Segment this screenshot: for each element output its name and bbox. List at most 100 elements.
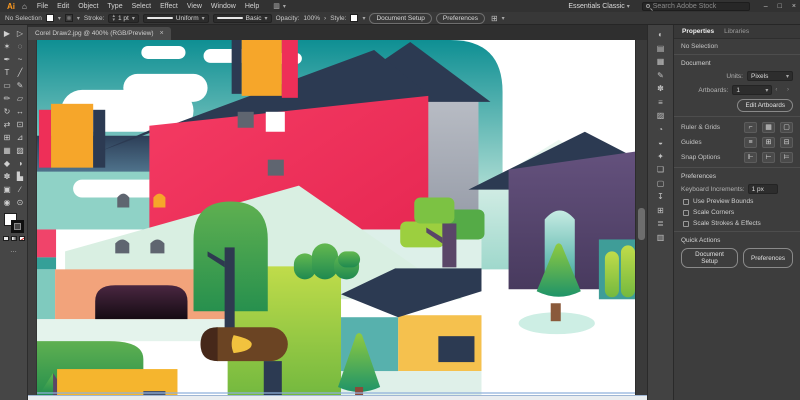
maximize-button[interactable]: □ bbox=[778, 3, 782, 10]
stroke-weight-field[interactable]: ▴▾ 1 pt ▾ bbox=[108, 14, 138, 23]
quick-preferences-button[interactable]: Preferences bbox=[743, 248, 793, 268]
lasso-tool[interactable]: ◌ bbox=[18, 40, 23, 53]
asset-export-panel-icon[interactable]: ↧ bbox=[657, 190, 664, 204]
horizontal-scrollbar[interactable] bbox=[28, 395, 647, 400]
stroke-color-swatch[interactable] bbox=[65, 14, 73, 22]
close-button[interactable]: × bbox=[792, 3, 796, 10]
checkbox-scale-corners[interactable]: Scale Corners bbox=[683, 209, 793, 216]
width-tool[interactable]: ⇄ bbox=[4, 118, 11, 131]
graphic-styles-panel-icon[interactable]: ✦ bbox=[657, 150, 664, 164]
chevron-down-icon[interactable]: ▾ bbox=[502, 15, 505, 22]
menu-edit[interactable]: Edit bbox=[57, 3, 69, 10]
pathfinder-panel-icon[interactable]: ≣ bbox=[657, 217, 664, 231]
menu-file[interactable]: File bbox=[37, 3, 48, 10]
rulers-icon[interactable]: ⌐ bbox=[744, 122, 757, 133]
menu-view[interactable]: View bbox=[187, 3, 202, 10]
stroke-panel-icon[interactable]: ≡ bbox=[658, 96, 663, 110]
snap-point-icon[interactable]: ⊨ bbox=[780, 152, 793, 163]
style-swatch[interactable] bbox=[350, 14, 358, 22]
minimize-button[interactable]: – bbox=[764, 3, 768, 10]
units-dropdown[interactable]: Pixels ▾ bbox=[747, 71, 793, 81]
tab-libraries[interactable]: Libraries bbox=[724, 28, 749, 35]
align-options-icon[interactable]: ⊞ bbox=[491, 14, 498, 23]
tab-close-icon[interactable]: × bbox=[160, 30, 164, 37]
align-panel-icon[interactable]: ⊞ bbox=[657, 204, 664, 218]
color-guide-panel-icon[interactable]: ▤ bbox=[657, 42, 665, 56]
artboards-dropdown[interactable]: 1 ▾ bbox=[732, 85, 772, 95]
symbols-panel-icon[interactable]: ✽ bbox=[657, 82, 664, 96]
color-panel-icon[interactable]: ◐ bbox=[658, 28, 663, 42]
menu-effect[interactable]: Effect bbox=[160, 3, 178, 10]
appearance-panel-icon[interactable]: ◒ bbox=[658, 136, 663, 150]
mesh-tool[interactable]: ▦ bbox=[3, 144, 11, 157]
document-tab[interactable]: Corel Draw2.jpg @ 400% (RGB/Preview) × bbox=[28, 27, 171, 40]
opacity-value[interactable]: 100% bbox=[303, 15, 320, 22]
pen-tool[interactable]: ✒ bbox=[4, 53, 11, 66]
none-button[interactable] bbox=[19, 236, 25, 241]
chevron-down-icon[interactable]: ▾ bbox=[58, 15, 61, 22]
stock-search-input[interactable]: Search Adobe Stock bbox=[642, 2, 750, 11]
artboard-tool[interactable]: ▣ bbox=[3, 183, 11, 196]
type-tool[interactable]: T bbox=[5, 66, 10, 79]
menu-type[interactable]: Type bbox=[107, 3, 122, 10]
libraries-panel-icon[interactable]: ▥ bbox=[657, 231, 665, 245]
paintbrush-tool[interactable]: ✎ bbox=[17, 79, 24, 92]
hand-tool[interactable]: ◉ bbox=[4, 196, 11, 209]
chevron-down-icon[interactable]: ▾ bbox=[77, 15, 80, 22]
workspace-switcher[interactable]: Essentials Classic ▾ bbox=[568, 3, 629, 10]
shape-builder-tool[interactable]: ⊞ bbox=[4, 131, 11, 144]
chevron-down-icon[interactable]: ▾ bbox=[362, 15, 365, 22]
blend-tool[interactable]: ◑ bbox=[18, 157, 23, 170]
arrange-documents-icon[interactable]: ▥ bbox=[273, 2, 279, 10]
chevron-down-icon[interactable]: ▾ bbox=[132, 15, 135, 22]
fill-stroke-indicator[interactable] bbox=[4, 213, 24, 233]
chevron-down-icon[interactable]: ▾ bbox=[283, 3, 286, 10]
transparency-grid-icon[interactable]: ▢ bbox=[780, 122, 793, 133]
magic-wand-tool[interactable]: ✶ bbox=[4, 40, 11, 53]
stepper-icon[interactable]: ▴▾ bbox=[112, 14, 115, 22]
slice-tool[interactable]: ∕ bbox=[19, 183, 20, 196]
checkbox-scale-strokes-effects[interactable]: Scale Strokes & Effects bbox=[683, 220, 793, 227]
eraser-tool[interactable]: ▱ bbox=[17, 92, 23, 105]
opacity-more-icon[interactable]: › bbox=[324, 15, 326, 22]
edit-artboards-button[interactable]: Edit Artboards bbox=[737, 99, 793, 112]
column-graph-tool[interactable]: ▙ bbox=[17, 170, 23, 183]
rectangle-tool[interactable]: ▭ bbox=[3, 79, 11, 92]
perspective-grid-tool[interactable]: ⊿ bbox=[17, 131, 24, 144]
snap-grid-icon[interactable]: ⊩ bbox=[744, 152, 757, 163]
scrollbar-thumb[interactable] bbox=[638, 208, 645, 240]
make-guides-icon[interactable]: ⊟ bbox=[780, 137, 793, 148]
selection-tool[interactable]: ▶ bbox=[4, 27, 10, 40]
menu-object[interactable]: Object bbox=[78, 3, 98, 10]
gradient-tool[interactable]: ▨ bbox=[16, 144, 24, 157]
transparency-panel-icon[interactable]: ◔ bbox=[658, 123, 663, 137]
keyboard-increments-input[interactable]: 1 px bbox=[748, 184, 778, 194]
pencil-tool[interactable]: ✏ bbox=[4, 92, 11, 105]
snap-pixel-icon[interactable]: ⊢ bbox=[762, 152, 775, 163]
curvature-tool[interactable]: ~ bbox=[18, 53, 23, 66]
checkbox-use-preview-bounds[interactable]: Use Preview Bounds bbox=[683, 198, 793, 205]
canvas-artwork[interactable] bbox=[37, 40, 635, 395]
gradient-button[interactable] bbox=[11, 236, 17, 241]
eyedropper-tool[interactable]: ◆ bbox=[4, 157, 10, 170]
layers-panel-icon[interactable]: ❏ bbox=[657, 163, 664, 177]
gradient-panel-icon[interactable]: ▨ bbox=[657, 109, 665, 123]
lock-guides-icon[interactable]: ⊞ bbox=[762, 137, 775, 148]
show-guides-icon[interactable]: ≡ bbox=[744, 137, 757, 148]
stroke-proxy[interactable] bbox=[11, 220, 24, 233]
tab-properties[interactable]: Properties bbox=[682, 28, 714, 35]
vertical-scrollbar[interactable] bbox=[635, 40, 647, 395]
grid-icon[interactable]: ▦ bbox=[762, 122, 775, 133]
edit-toolbar-button[interactable]: … bbox=[10, 247, 17, 254]
width-profile-dropdown[interactable]: Uniform ▾ bbox=[143, 14, 209, 23]
quick-document-setup-button[interactable]: Document Setup bbox=[681, 248, 738, 268]
swatches-panel-icon[interactable]: ▦ bbox=[657, 55, 665, 69]
menu-help[interactable]: Help bbox=[245, 3, 259, 10]
free-transform-tool[interactable]: ⊡ bbox=[17, 118, 24, 131]
symbol-sprayer-tool[interactable]: ✽ bbox=[4, 170, 11, 183]
zoom-tool[interactable]: ⊙ bbox=[17, 196, 24, 209]
brushes-panel-icon[interactable]: ✎ bbox=[657, 69, 664, 83]
scale-tool[interactable]: ↔ bbox=[16, 105, 24, 118]
preferences-button[interactable]: Preferences bbox=[436, 13, 485, 24]
fill-color-swatch[interactable] bbox=[46, 14, 54, 22]
